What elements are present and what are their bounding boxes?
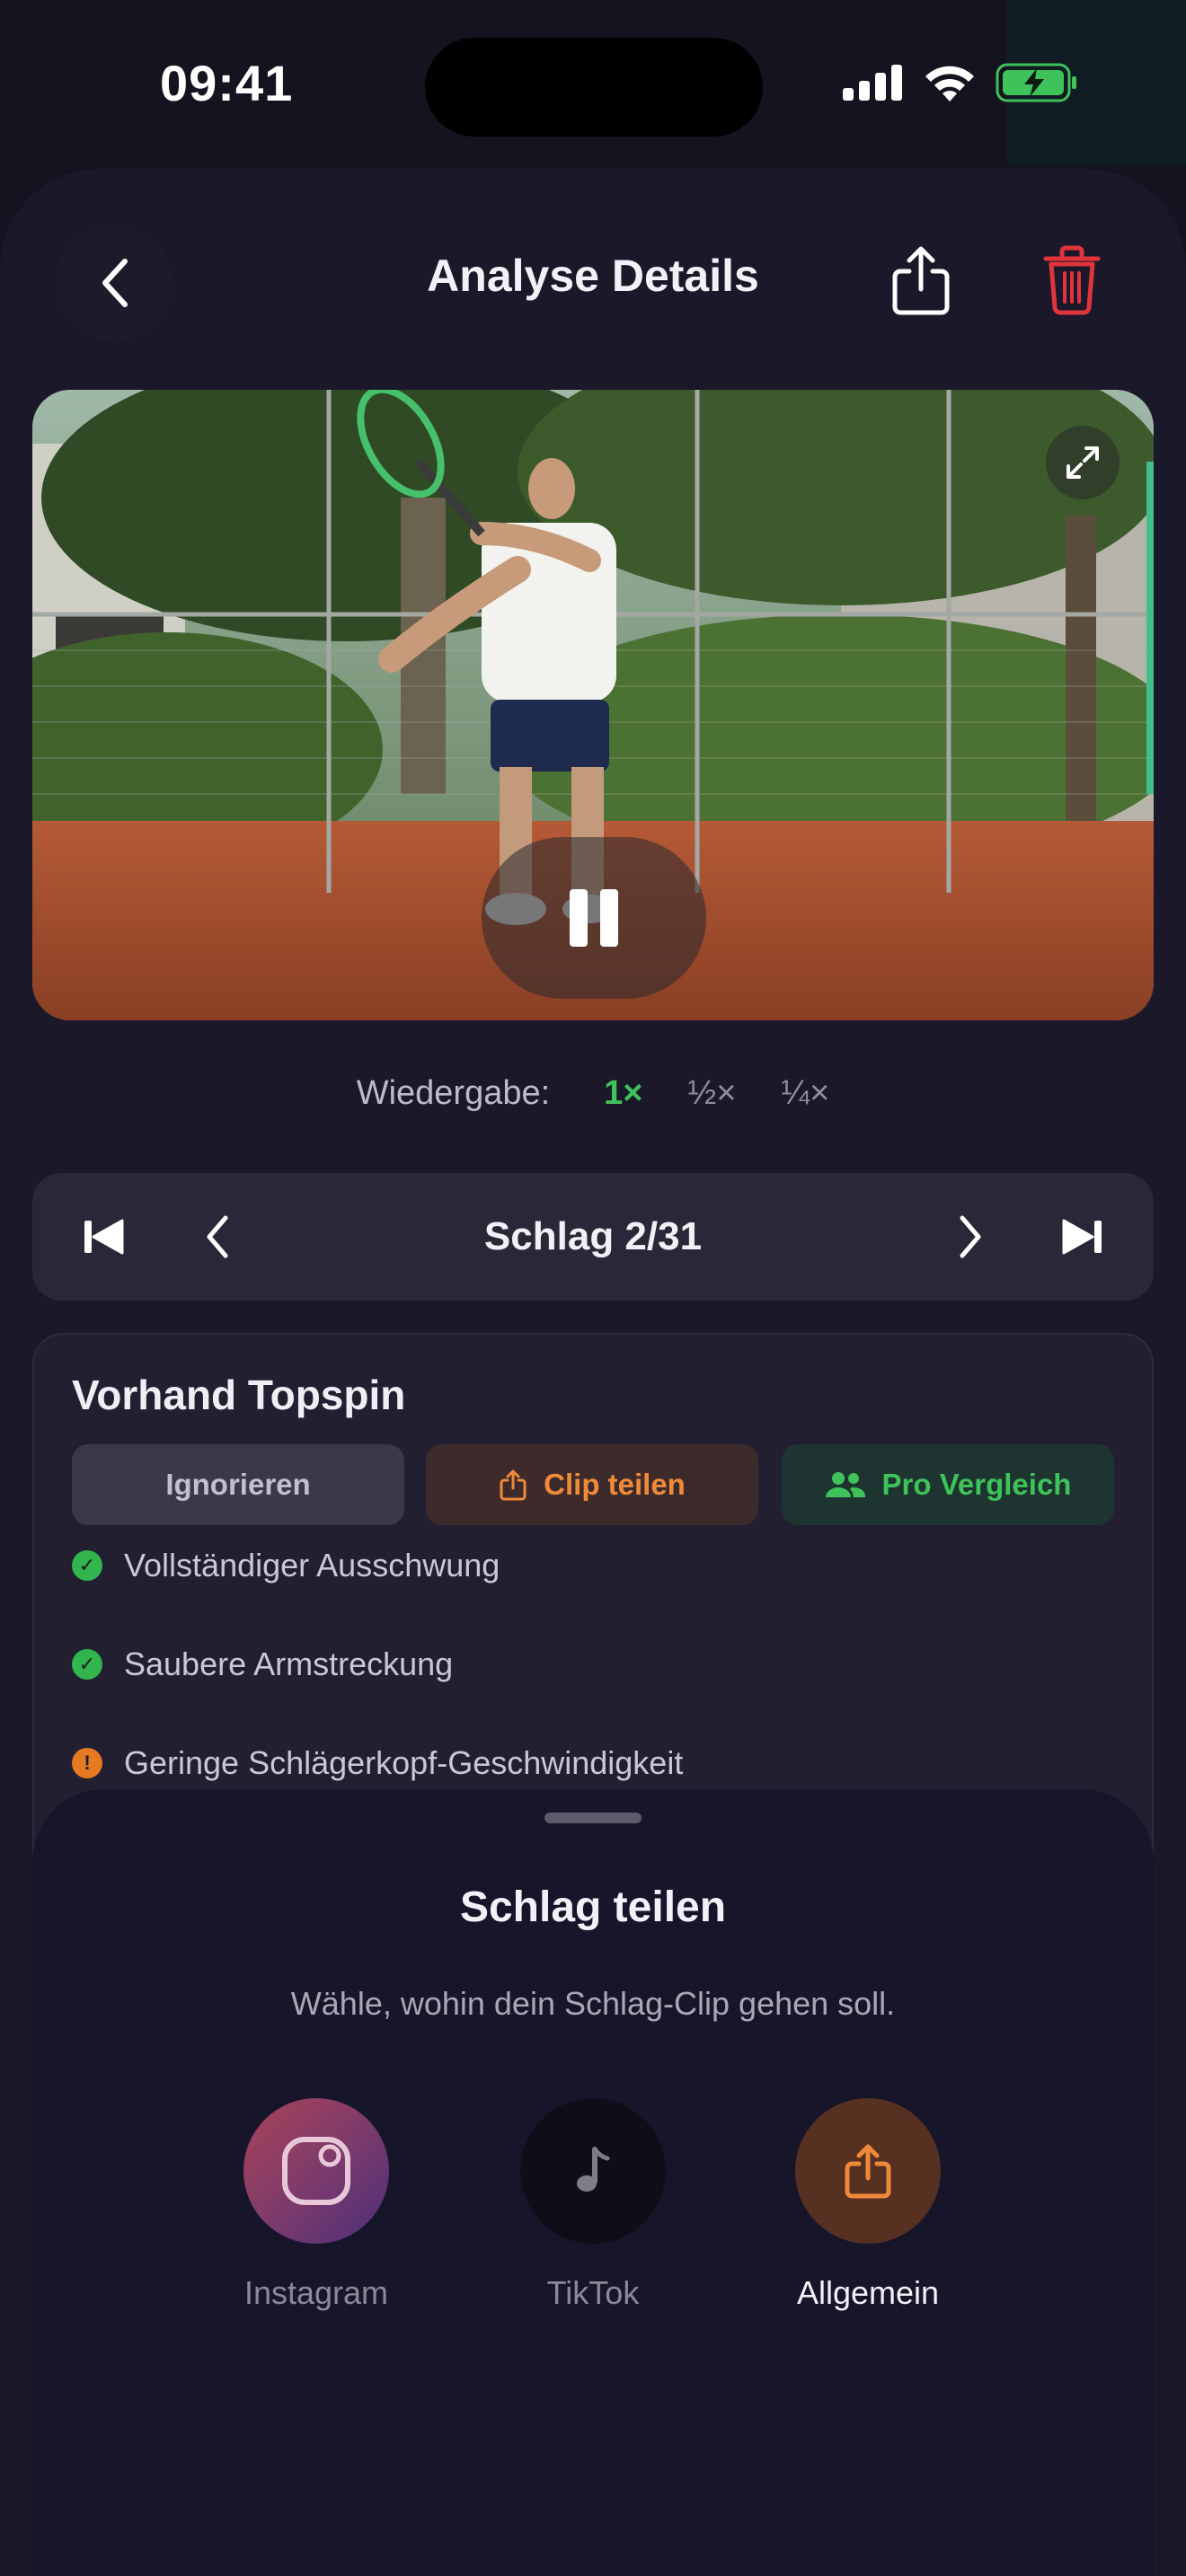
analysis-item: ✓ Saubere Armstreckung (72, 1645, 453, 1683)
signal-icon (843, 65, 902, 101)
tiktok-button[interactable] (520, 2098, 666, 2244)
clip-share-button[interactable]: Clip teilen (426, 1444, 758, 1525)
analysis-item-text: Geringe Schlägerkopf-Geschwindigkeit (124, 1744, 684, 1781)
pro-compare-button[interactable]: Pro Vergleich (782, 1444, 1114, 1525)
share-button[interactable] (888, 244, 954, 316)
page-title: Analyse Details (427, 251, 759, 301)
status-bar: 09:41 (0, 0, 1186, 171)
general-share-button[interactable] (795, 2098, 941, 2244)
people-icon (825, 1472, 865, 1497)
sheet-grabber[interactable] (544, 1813, 642, 1823)
analysis-item-text: Saubere Armstreckung (124, 1645, 454, 1682)
last-stroke-button[interactable] (1058, 1213, 1105, 1260)
share-icon (500, 1469, 527, 1501)
share-option-label: TikTok (546, 2274, 640, 2311)
next-stroke-button[interactable] (947, 1213, 994, 1260)
clip-share-label: Clip teilen (544, 1468, 686, 1501)
ignore-button[interactable]: Ignorieren (72, 1444, 404, 1525)
instagram-icon (282, 2137, 350, 2205)
pro-compare-label: Pro Vergleich (881, 1468, 1072, 1501)
chevron-right-icon (960, 1215, 981, 1258)
share-option-tiktok[interactable]: TikTok (494, 2098, 692, 2312)
battery-icon (996, 63, 1076, 102)
playback-speed-row: Wiedergabe: 1× ½× ¼× (0, 1074, 1186, 1113)
wifi-icon (925, 66, 974, 101)
speed-half[interactable]: ½× (688, 1074, 737, 1113)
share-icon (892, 246, 950, 315)
speed-1x[interactable]: 1× (604, 1074, 642, 1113)
speed-quarter[interactable]: ¼× (781, 1074, 829, 1113)
share-icon (845, 2144, 891, 2199)
pause-button[interactable] (482, 837, 706, 999)
dynamic-island (425, 38, 763, 137)
checkmark-icon: ✓ (72, 1550, 102, 1581)
video-player[interactable] (32, 390, 1154, 1020)
playback-label: Wiedergabe: (356, 1074, 551, 1112)
analysis-item-text: Vollständiger Ausschwung (124, 1547, 500, 1584)
music-note-icon (577, 2147, 610, 2192)
screen: 09:41 Analyse Details Wiedergabe: 1× ½× … (0, 0, 1186, 2576)
instagram-button[interactable] (243, 2098, 389, 2244)
share-option-general[interactable]: Allgemein (769, 2098, 967, 2312)
status-icons (843, 63, 1078, 102)
stroke-navigation: Schlag 2/31 (32, 1173, 1154, 1301)
warning-icon: ! (72, 1748, 102, 1778)
trash-icon (1043, 245, 1101, 315)
fullscreen-button[interactable] (1046, 426, 1120, 499)
stroke-type-title: Vorhand Topspin (72, 1372, 406, 1418)
checkmark-icon: ✓ (72, 1649, 102, 1680)
share-sheet: Schlag teilen Wähle, wohin dein Schlag-C… (32, 1789, 1154, 2576)
pause-icon (570, 889, 588, 947)
share-option-label: Allgemein (796, 2274, 940, 2311)
sheet-title: Schlag teilen (459, 1883, 727, 1931)
share-option-instagram[interactable]: Instagram (217, 2098, 415, 2312)
ignore-button-label: Ignorieren (165, 1468, 311, 1501)
expand-icon (1067, 446, 1099, 479)
analysis-item: ✓ Vollständiger Ausschwung (72, 1547, 500, 1584)
skip-forward-icon (1062, 1219, 1102, 1255)
analysis-item: ! Geringe Schlägerkopf-Geschwindigkeit (72, 1744, 683, 1782)
status-time: 09:41 (160, 55, 294, 111)
share-option-label: Instagram (243, 2274, 389, 2311)
delete-button[interactable] (1042, 244, 1102, 316)
sheet-subtitle: Wähle, wohin dein Schlag-Clip gehen soll… (290, 1985, 896, 2022)
